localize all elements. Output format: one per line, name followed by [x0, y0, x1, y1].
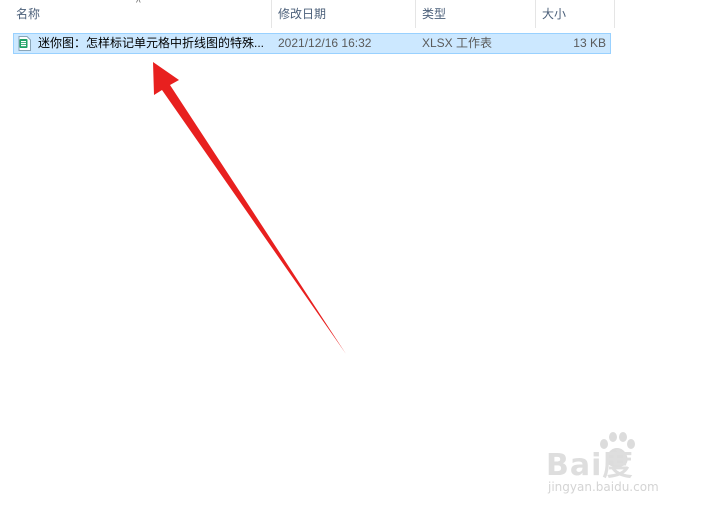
file-explorer-window: 名称 ^ 修改日期 类型 大小 迷你图：怎样标记单元格中折线图的特殊... 20…	[0, 0, 713, 511]
watermark-site: jingyan.baidu.com	[548, 480, 659, 494]
baidu-jingyan-watermark: Bai度 jingyan.baidu.com	[540, 432, 680, 502]
watermark-brand: Bai度	[546, 448, 634, 483]
